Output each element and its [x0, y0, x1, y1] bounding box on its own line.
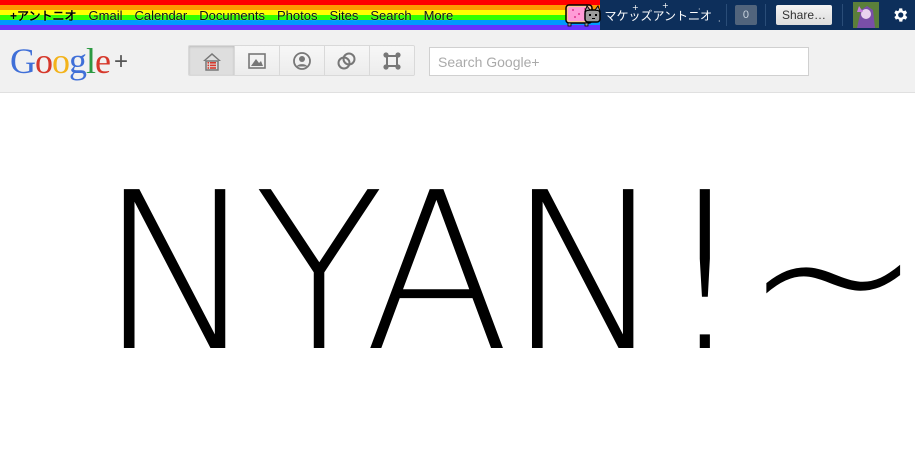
- photos-button[interactable]: [234, 46, 279, 75]
- header: Google +: [0, 30, 915, 93]
- gear-icon[interactable]: [885, 0, 915, 30]
- games-icon: [383, 51, 401, 70]
- share-button[interactable]: Share…: [775, 5, 832, 25]
- home-button[interactable]: [189, 46, 234, 75]
- logo-plus: +: [114, 48, 129, 75]
- circles-icon: [337, 52, 356, 69]
- google-plus-logo[interactable]: Google +: [10, 42, 128, 81]
- top-nav-calendar[interactable]: Calendar: [134, 8, 187, 23]
- circles-button[interactable]: [324, 46, 369, 75]
- top-nav-photos[interactable]: Photos: [277, 8, 317, 23]
- top-nav-search[interactable]: Search: [370, 8, 411, 23]
- games-button[interactable]: [369, 46, 414, 75]
- top-nav-user[interactable]: +アントニオ: [10, 7, 77, 24]
- profile-icon: [293, 51, 311, 70]
- notification-count-badge[interactable]: 0: [734, 5, 757, 25]
- top-nav-documents[interactable]: Documents: [199, 8, 265, 23]
- top-nav-sites[interactable]: Sites: [329, 8, 358, 23]
- avatar-image-icon: [853, 2, 879, 28]
- main-nav-buttons: [188, 45, 415, 76]
- avatar[interactable]: [853, 2, 879, 28]
- account-name[interactable]: マケッズアントニオ: [604, 7, 712, 24]
- photos-icon: [248, 52, 266, 69]
- search-input[interactable]: [429, 47, 809, 76]
- nyan-cat-icon: [565, 4, 601, 27]
- nyan-heading: NYAN!~: [98, 147, 915, 400]
- top-nav: +アントニオ Gmail Calendar Documents Photos S…: [0, 0, 465, 30]
- main-content: NYAN!~: [0, 94, 915, 466]
- top-right-controls: マケッズアントニオ 0 Share…: [604, 0, 915, 30]
- home-icon: [202, 52, 221, 71]
- top-nav-gmail[interactable]: Gmail: [89, 8, 123, 23]
- divider: [764, 4, 766, 26]
- divider: [842, 4, 843, 26]
- top-bar: + + · · +アントニオ Gmail Calendar Documents …: [0, 0, 915, 30]
- profile-button[interactable]: [279, 46, 324, 75]
- top-nav-more[interactable]: More: [424, 8, 454, 23]
- divider: [725, 4, 727, 26]
